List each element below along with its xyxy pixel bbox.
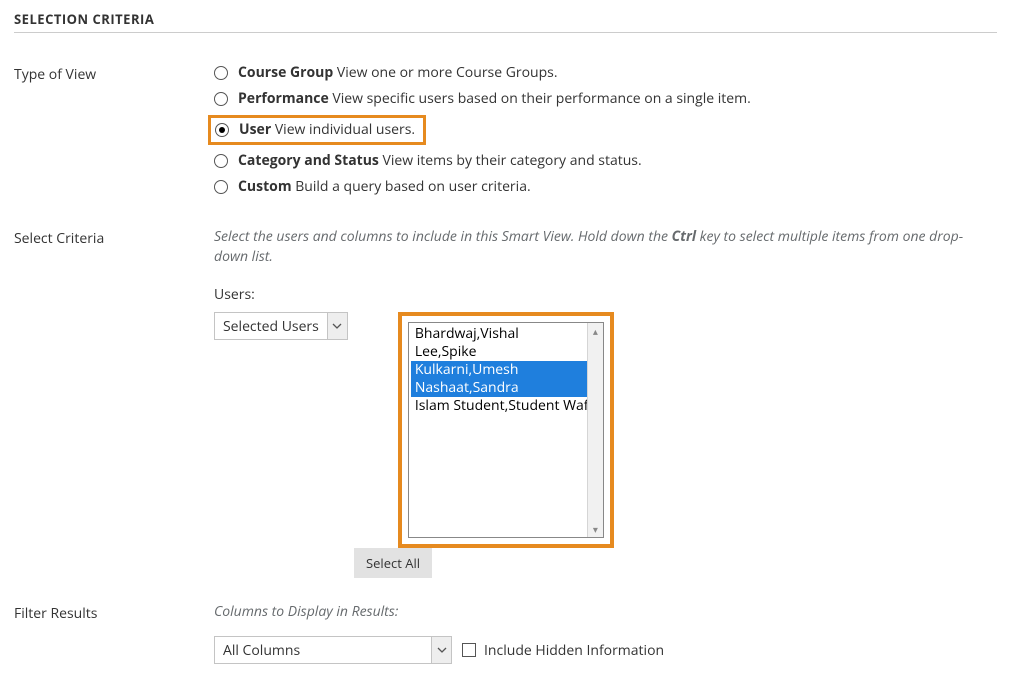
columns-select[interactable]: All Columns <box>214 636 452 664</box>
users-mode-value: Selected Users <box>215 313 327 339</box>
view-option-label: Category and Status View items by their … <box>238 151 642 171</box>
scroll-up-icon: ▴ <box>593 326 598 336</box>
radio-icon[interactable] <box>214 66 228 80</box>
radio-icon[interactable] <box>214 180 228 194</box>
users-label: Users: <box>214 285 997 304</box>
include-hidden-checkbox[interactable] <box>462 643 476 657</box>
row-filter-results: Filter Results Columns to Display in Res… <box>14 602 997 664</box>
criteria-help-bold: Ctrl <box>672 227 696 246</box>
label-type-of-view: Type of View <box>14 63 214 203</box>
view-option-performance[interactable]: Performance View specific users based on… <box>214 89 997 109</box>
include-hidden-label: Include Hidden Information <box>484 641 664 660</box>
criteria-help-text: Select the users and columns to include … <box>214 227 997 267</box>
radio-icon[interactable] <box>214 154 228 168</box>
radio-icon[interactable] <box>214 92 228 106</box>
select-all-button[interactable]: Select All <box>354 548 432 578</box>
view-option-label: User View individual users. <box>239 120 415 140</box>
scrollbar[interactable]: ▴ ▾ <box>587 323 603 537</box>
users-mode-select[interactable]: Selected Users <box>214 312 348 340</box>
columns-display-label: Columns to Display in Results: <box>214 602 997 622</box>
view-option-category-and-status[interactable]: Category and Status View items by their … <box>214 151 997 171</box>
users-list-highlight: Bhardwaj,VishalLee,SpikeKulkarni,UmeshNa… <box>398 312 614 548</box>
chevron-down-icon <box>431 637 451 663</box>
list-item[interactable]: Kulkarni,Umesh <box>411 361 587 379</box>
label-filter-results: Filter Results <box>14 602 214 664</box>
section-title: SELECTION CRITERIA <box>14 10 997 33</box>
list-item[interactable]: Bhardwaj,Vishal <box>411 325 587 343</box>
row-select-criteria: Select Criteria Select the users and col… <box>14 227 997 578</box>
view-option-user[interactable]: User View individual users. <box>214 115 997 145</box>
list-item[interactable]: Islam Student,Student Wafa <box>411 397 587 415</box>
label-select-criteria: Select Criteria <box>14 227 214 578</box>
radio-icon[interactable] <box>215 123 229 137</box>
scroll-down-icon: ▾ <box>593 524 598 534</box>
row-type-of-view: Type of View Course Group View one or mo… <box>14 63 997 203</box>
list-item[interactable]: Lee,Spike <box>411 343 587 361</box>
view-option-label: Course Group View one or more Course Gro… <box>238 63 558 83</box>
view-option-label: Performance View specific users based on… <box>238 89 751 109</box>
columns-select-value: All Columns <box>215 637 431 663</box>
view-option-label: Custom Build a query based on user crite… <box>238 177 531 197</box>
list-item[interactable]: Nashaat,Sandra <box>411 379 587 397</box>
view-option-course-group[interactable]: Course Group View one or more Course Gro… <box>214 63 997 83</box>
view-option-custom[interactable]: Custom Build a query based on user crite… <box>214 177 997 197</box>
users-multi-select[interactable]: Bhardwaj,VishalLee,SpikeKulkarni,UmeshNa… <box>408 322 604 538</box>
chevron-down-icon <box>327 313 347 339</box>
type-of-view-options: Course Group View one or more Course Gro… <box>214 63 997 203</box>
criteria-help-pre: Select the users and columns to include … <box>214 227 672 246</box>
